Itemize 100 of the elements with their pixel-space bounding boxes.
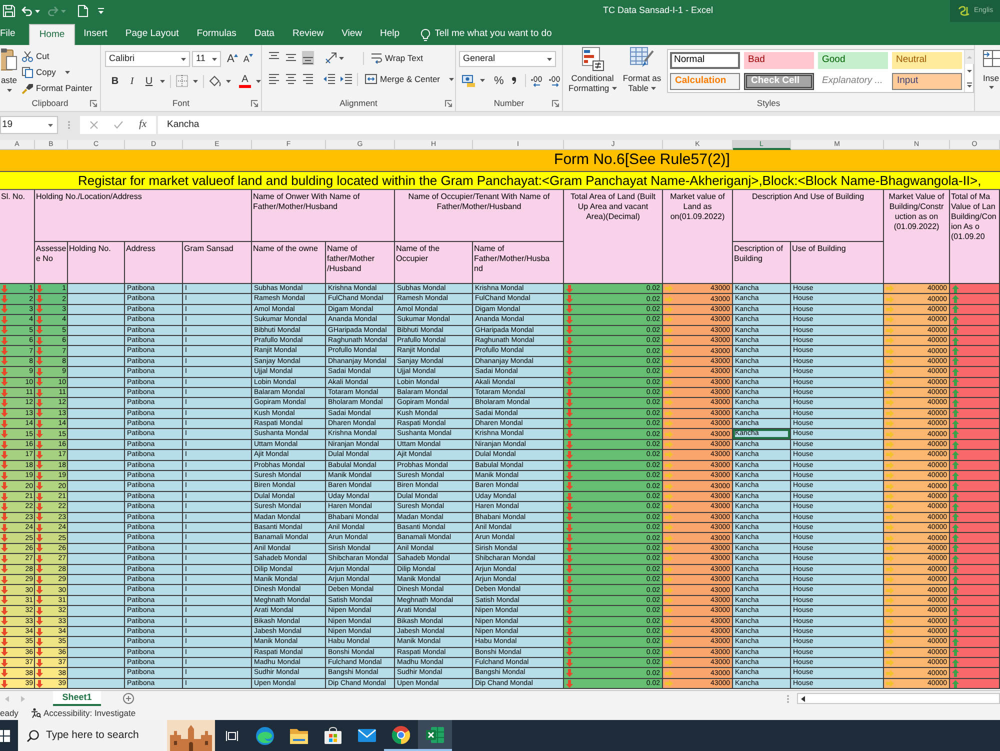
sheet-tab[interactable]: Sheet1 — [53, 691, 101, 706]
font-name-dropdown[interactable]: Calibri — [105, 51, 190, 67]
dialog-launcher-icon[interactable] — [552, 100, 559, 106]
new-document-icon[interactable] — [78, 5, 88, 17]
caret-icon — [449, 78, 454, 80]
window-squares-icon[interactable] — [0, 730, 10, 742]
caret-down-icon — [249, 54, 254, 57]
text-style-button[interactable]: B — [109, 74, 121, 88]
column-header: Total Area of Land (Built Up Area and vacant Area)(Decimal) — [564, 190, 663, 284]
currency-format-icon[interactable] — [462, 74, 475, 86]
text-style-button[interactable]: U — [143, 74, 155, 88]
caret-icon — [64, 70, 70, 74]
ribbon-tab[interactable]: Help — [371, 24, 409, 45]
scroll-left-icon[interactable] — [801, 696, 805, 702]
cell-style-option[interactable]: Bad — [744, 52, 814, 69]
caret-icon[interactable] — [256, 80, 261, 82]
ribbon-tab[interactable]: File — [0, 24, 30, 45]
column-header: Market value of Land as on(01.09.2022) — [663, 190, 733, 284]
group-label: Alignment — [340, 96, 378, 110]
decrease-indent-icon[interactable] — [323, 74, 335, 84]
search-input[interactable]: Type here to search — [46, 728, 146, 744]
undo-icon[interactable] — [21, 6, 33, 16]
cell-style-option[interactable]: Input — [892, 72, 962, 90]
search-box[interactable]: Type here to search — [18, 720, 215, 751]
column-header: Market Value of Building/Constr uction as on (01.09.2022) — [884, 190, 950, 284]
cell-style-option[interactable]: Neutral — [892, 52, 962, 69]
dialog-launcher-icon[interactable] — [445, 100, 452, 106]
checkmark-icon[interactable] — [114, 121, 123, 129]
caret-icon — [547, 58, 552, 60]
increase-indent-icon[interactable] — [340, 74, 352, 84]
conditional-formatting-button[interactable]: Conditional Formatting — [567, 47, 618, 93]
column-header: Sl. No. — [0, 190, 35, 284]
ribbon-tab[interactable]: Data — [245, 24, 284, 45]
paste-button[interactable]: aste — [0, 48, 18, 96]
save-icon[interactable] — [3, 5, 15, 17]
wrap-text-button[interactable]: Wrap Text — [371, 52, 423, 64]
column-header: Holding No./Location/Address — [35, 190, 252, 242]
accessibility-status-button[interactable]: Accessibility: Investigate — [31, 706, 136, 720]
window-title: TC Data Sansad-I-1 - Excel — [603, 4, 714, 18]
increase-decimal-icon[interactable] — [530, 74, 544, 86]
comma-style-icon[interactable] — [512, 77, 516, 84]
percent-style-button[interactable]: % — [494, 74, 504, 86]
group-label: Number — [494, 96, 524, 110]
ribbon-tab[interactable]: Insert — [74, 24, 116, 45]
font-color-button[interactable]: A — [239, 74, 251, 88]
form-title: Form No.6[See Rule57(2)] — [554, 150, 730, 170]
caret-icon[interactable] — [193, 80, 198, 82]
cut-button[interactable]: Cut — [22, 48, 92, 64]
caret-icon — [212, 58, 217, 60]
caret-icon[interactable] — [480, 79, 485, 82]
insert-cells-button[interactable]: Inse — [983, 47, 1000, 89]
envelope-icon — [358, 729, 376, 742]
dialog-launcher-icon[interactable] — [251, 100, 258, 106]
column-header: Name of the Occupier — [395, 242, 473, 284]
grow-font-button[interactable]: A — [227, 53, 238, 65]
customize-menu-icon[interactable] — [98, 8, 104, 14]
column-header: Description of Building — [733, 242, 791, 284]
format-painter-button[interactable]: Format Painter — [22, 80, 92, 96]
formula-input[interactable]: Kancha — [158, 116, 1000, 134]
insert-function-button[interactable]: fx — [139, 117, 147, 133]
ribbon-tab[interactable]: Page Layout — [116, 24, 188, 45]
horizontal-scrollbar[interactable] — [797, 693, 1000, 704]
caret-icon — [650, 87, 656, 90]
column-header: Holding No. — [68, 242, 125, 284]
folder-icon — [290, 728, 308, 744]
ribbon-tab[interactable]: Formulas — [188, 24, 246, 45]
align-right-icon[interactable] — [302, 72, 314, 86]
caret-icon[interactable] — [339, 56, 344, 60]
name-box[interactable]: 19 — [0, 116, 58, 134]
cell-style-option[interactable]: Normal — [670, 52, 740, 69]
caret-icon[interactable] — [160, 80, 165, 82]
tell-me-field[interactable]: Tell me what you want to do — [434, 27, 565, 42]
copy-button[interactable]: Copy — [22, 64, 92, 80]
ribbon-tab[interactable]: View — [332, 24, 372, 45]
borders-icon[interactable] — [176, 75, 188, 87]
number-format-dropdown[interactable]: General — [459, 51, 556, 67]
column-header: Name of Father/Mother/Husba nd — [473, 242, 564, 284]
align-left-icon[interactable] — [268, 72, 280, 86]
diagonal-arrow-icon[interactable] — [325, 52, 337, 64]
caret-icon[interactable] — [35, 10, 40, 12]
dialog-launcher-icon[interactable] — [90, 100, 97, 106]
spreadsheet-icon — [426, 726, 444, 744]
text-style-button[interactable]: I — [126, 74, 138, 88]
decrease-decimal-icon[interactable] — [548, 74, 562, 86]
cell-style-option[interactable]: Good — [818, 52, 888, 69]
ribbon-tab[interactable]: Review — [283, 24, 333, 45]
format-as-table-button[interactable]: Format as Table — [621, 47, 663, 93]
person-magnifier-icon — [31, 708, 42, 718]
add-sheet-icon[interactable] — [123, 693, 134, 704]
font-size-dropdown[interactable]: 11 — [192, 51, 221, 67]
shrink-font-button[interactable]: A — [243, 53, 254, 65]
ribbon-tab[interactable]: Home — [29, 24, 75, 45]
align-bottom-icon[interactable] — [302, 51, 314, 65]
caret-icon[interactable] — [226, 80, 231, 82]
paint-bucket-icon[interactable] — [209, 75, 221, 87]
merge-center-button[interactable]: Merge & Center — [365, 72, 454, 86]
column-header: Name of Occupier/Tenant With Name of Father/Mother/Husband — [395, 190, 564, 242]
lightbulb-icon[interactable] — [420, 28, 430, 40]
paintbrush-icon — [22, 82, 33, 94]
align-center-icon[interactable] — [285, 72, 297, 86]
